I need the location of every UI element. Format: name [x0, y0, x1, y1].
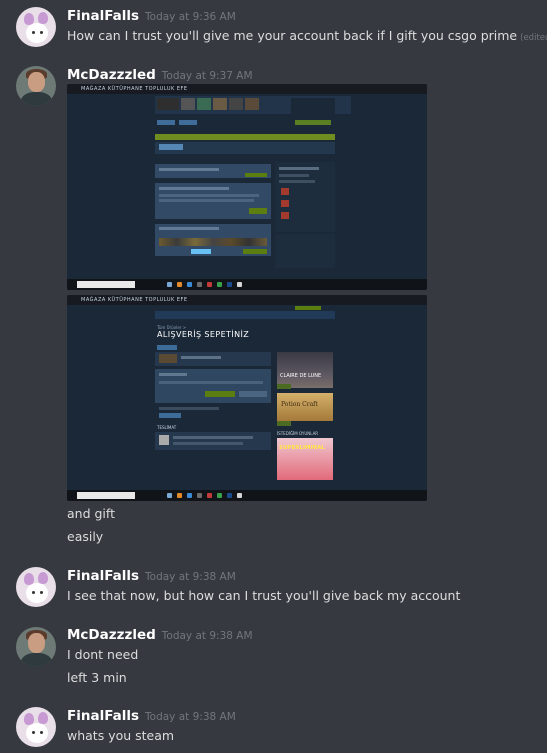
message-text: How can I trust you'll give me your acco…: [67, 28, 547, 43]
steam-nav: MAĞAZA KÜTÜPHANE TOPLULUK EFE: [81, 86, 188, 92]
message-text: and gift: [67, 506, 115, 521]
steam-nav: MAĞAZA KÜTÜPHANE TOPLULUK EFE: [81, 297, 188, 303]
message-text: easily: [67, 529, 104, 544]
timestamp: Today at 9:38 AM: [145, 711, 236, 723]
timestamp: Today at 9:38 AM: [145, 571, 236, 583]
username[interactable]: FinalFalls Today at 9:38 AM: [67, 708, 236, 724]
section-label: TESLİMAT: [157, 425, 177, 430]
avatar[interactable]: [16, 567, 56, 607]
username[interactable]: FinalFalls Today at 9:38 AM: [67, 568, 236, 584]
game-title: CLAIRE DE LUNE: [280, 373, 322, 379]
message-text: whats you steam: [67, 728, 175, 743]
username[interactable]: McDazzzled Today at 9:37 AM: [67, 67, 253, 83]
username[interactable]: McDazzzled Today at 9:38 AM: [67, 627, 253, 643]
message-text: I see that now, but how can I trust you'…: [67, 588, 461, 603]
username[interactable]: FinalFalls Today at 9:36 AM: [67, 8, 236, 24]
avatar[interactable]: [16, 627, 56, 667]
message-text: I dont need: [67, 647, 139, 662]
avatar[interactable]: [16, 7, 56, 47]
cart-heading: ALIŞVERİŞ SEPETİNİZ: [157, 330, 250, 339]
taskbar-search[interactable]: [77, 492, 135, 499]
avatar[interactable]: [16, 707, 56, 747]
avatar[interactable]: [16, 66, 56, 106]
taskbar-search[interactable]: [77, 281, 135, 288]
sidebar-label: İSTEDİĞİM OYUNLAR: [277, 431, 319, 436]
message-text: left 3 min: [67, 670, 127, 685]
wishlist-game-card[interactable]: [277, 352, 333, 388]
game-title: Potion Craft: [281, 401, 318, 408]
timestamp: Today at 9:36 AM: [145, 11, 236, 23]
game-title: SUPERLIMINAL: [279, 445, 325, 451]
screenshot-attachment[interactable]: MAĞAZA KÜTÜPHANE TOPLULUK EFE: [67, 84, 427, 290]
timestamp: Today at 9:37 AM: [161, 70, 253, 82]
edited-marker: (edited): [520, 33, 547, 43]
timestamp: Today at 9:38 AM: [161, 630, 253, 642]
screenshot-attachment[interactable]: MAĞAZA KÜTÜPHANE TOPLULUK EFE Tüm Ürünle…: [67, 295, 427, 501]
